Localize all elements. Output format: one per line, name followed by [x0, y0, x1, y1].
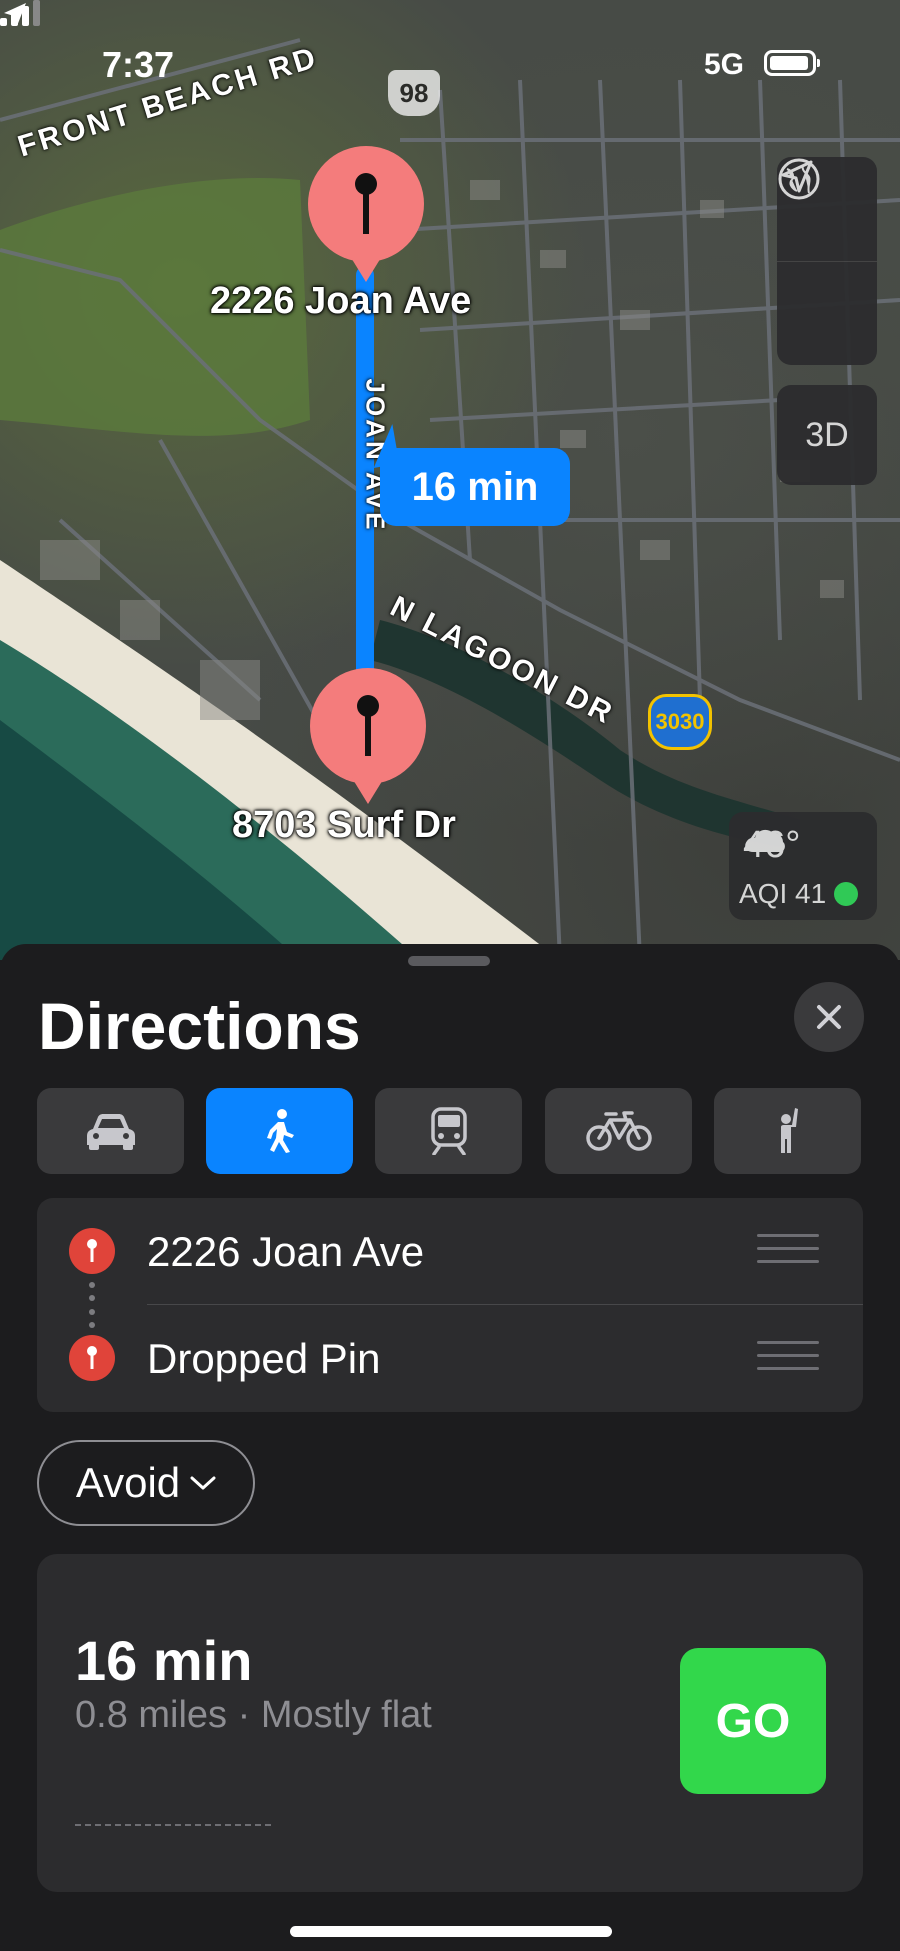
mode-walk-button[interactable]	[206, 1088, 353, 1174]
stop-origin-label: 2226 Joan Ave	[147, 1228, 425, 1275]
mode-transit-button[interactable]	[375, 1088, 522, 1174]
aqi-status-dot	[834, 882, 859, 906]
us-route-number: 98	[399, 77, 429, 108]
chevron-down-icon	[190, 1476, 216, 1490]
train-icon	[430, 1107, 467, 1155]
signal-icon	[0, 0, 40, 26]
transport-mode-selector	[37, 1088, 863, 1174]
route-option-card[interactable]: 16 min 0.8 miles · Mostly flat GO	[37, 1554, 863, 1892]
stop-row-destination[interactable]: Dropped Pin	[37, 1305, 863, 1412]
county-route-number: 3030	[655, 709, 705, 734]
red-pin-icon	[69, 1228, 115, 1274]
mode-cycle-button[interactable]	[545, 1088, 692, 1174]
avoid-label: Avoid	[75, 1459, 181, 1506]
sheet-grabber[interactable]	[408, 956, 490, 966]
origin-pin[interactable]	[306, 146, 426, 286]
go-button[interactable]: GO	[680, 1648, 826, 1794]
cloud-icon	[745, 829, 785, 852]
destination-pin[interactable]	[308, 668, 428, 808]
map-controls	[777, 157, 877, 365]
route-stops-list: 2226 Joan Ave Dropped Pin	[37, 1198, 863, 1412]
network-type: 5G	[704, 48, 745, 81]
aqi-label: AQI 41	[739, 878, 827, 909]
air-quality: AQI 41	[739, 878, 859, 910]
elevation-profile	[75, 1824, 271, 1826]
mode-ride-button[interactable]	[714, 1088, 861, 1174]
mode-drive-button[interactable]	[37, 1088, 184, 1174]
status-time: 7:37	[102, 44, 175, 85]
hail-icon	[780, 1108, 798, 1153]
bicycle-icon	[585, 1111, 652, 1151]
current-location-button[interactable]	[777, 160, 877, 366]
route-time-bubble[interactable]: 16 min	[380, 448, 570, 526]
weather-widget[interactable]: 46° AQI 41	[729, 812, 877, 920]
stop-destination-label: Dropped Pin	[147, 1335, 381, 1382]
directions-sheet: Directions 2226 Joan Ave Dropped Pin Avo…	[0, 944, 900, 1951]
stop-row-origin[interactable]: 2226 Joan Ave	[37, 1198, 863, 1305]
route-duration: 16 min	[75, 1629, 253, 1692]
sheet-title: Directions	[38, 989, 361, 1063]
car-icon	[86, 1114, 135, 1150]
reorder-handle-icon[interactable]	[757, 1341, 819, 1375]
weather-temp: 46°	[743, 824, 800, 867]
route-details: 0.8 miles · Mostly flat	[75, 1694, 432, 1736]
3d-button[interactable]: 3D	[777, 385, 877, 485]
county-route-shield: 3030	[648, 694, 712, 750]
us-route-shield: 98	[388, 70, 440, 116]
close-button[interactable]	[794, 982, 864, 1052]
battery-icon	[764, 50, 820, 76]
red-pin-icon	[69, 1335, 115, 1381]
map-view[interactable]: 7:37 5G FRONT BEACH RD JOAN AVE N LAGOON…	[0, 0, 900, 960]
origin-pin-label: 2226 Joan Ave	[210, 280, 472, 322]
home-indicator[interactable]	[290, 1926, 612, 1937]
destination-pin-label: 8703 Surf Dr	[232, 804, 456, 846]
walking-icon	[266, 1109, 294, 1153]
avoid-button[interactable]: Avoid	[37, 1440, 255, 1526]
reorder-handle-icon[interactable]	[757, 1234, 819, 1268]
location-arrow-icon	[781, 160, 813, 193]
close-icon	[817, 1005, 841, 1029]
